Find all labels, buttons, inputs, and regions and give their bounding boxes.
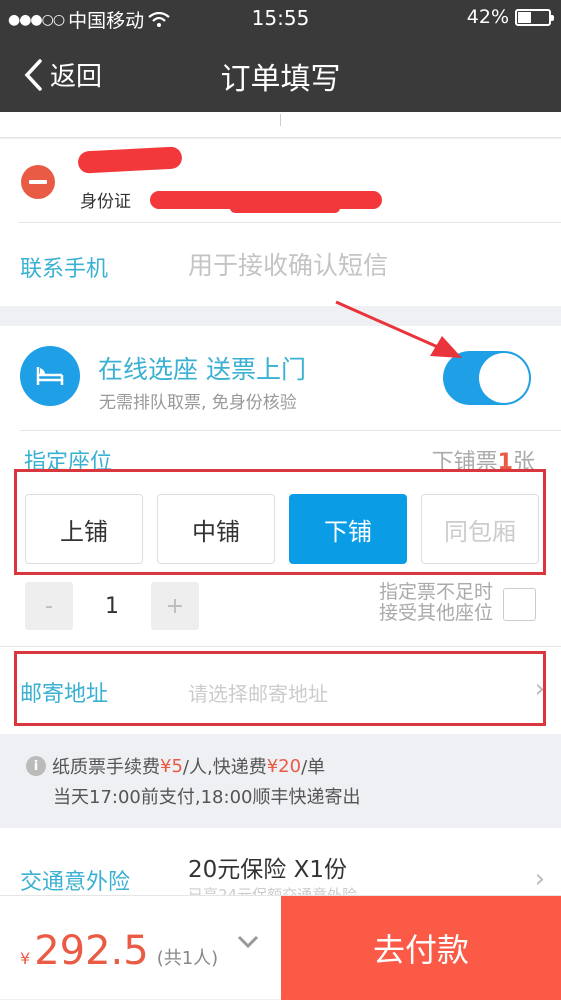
- seat-service-toggle[interactable]: [443, 351, 531, 405]
- notice-line-1: i 纸质票手续费 ¥5 /人,快递费 ¥20 /单: [26, 753, 325, 779]
- notice-text: /人,快递费: [182, 757, 267, 778]
- divider: [18, 222, 561, 223]
- remove-passenger-icon[interactable]: [21, 165, 55, 199]
- quantity-value: 1: [105, 593, 119, 619]
- phone-label: 联系手机: [20, 257, 109, 282]
- toggle-knob: [479, 353, 529, 403]
- accept-line-1: 指定票不足时: [378, 581, 493, 603]
- phone-input[interactable]: [188, 245, 528, 285]
- notice-text: 纸质票手续费: [52, 757, 160, 778]
- redacted-name: [77, 146, 183, 174]
- seat-service-title: 在线选座 送票上门: [98, 355, 306, 384]
- delivery-fee: ¥20: [266, 755, 302, 777]
- bed-icon: [20, 346, 80, 406]
- fee-notice: i 纸质票手续费 ¥5 /人,快递费 ¥20 /单 当天17:00前支付,18:…: [0, 735, 561, 827]
- berth-upper[interactable]: 上铺: [25, 494, 143, 564]
- insurance-row[interactable]: 交通意外险 20元保险 X1份 已享24元保额交通意外险 ›: [0, 828, 561, 904]
- battery-percent: 42%: [466, 6, 509, 28]
- info-icon: i: [26, 756, 46, 776]
- nav-bar: 返回 订单填写: [0, 36, 561, 112]
- insurance-value: 20元保险 X1份: [188, 857, 347, 883]
- berth-options: 上铺 中铺 下铺 同包厢: [25, 494, 539, 564]
- accept-other-seats-label: 指定票不足时 接受其他座位: [379, 582, 493, 624]
- price-amount: 292.5: [34, 928, 149, 974]
- accept-other-seats-checkbox[interactable]: [503, 588, 536, 621]
- checkout-bar: ¥ 292.5 (共1人) 去付款: [0, 895, 561, 1000]
- divider: [0, 646, 561, 647]
- battery-icon: [515, 8, 554, 26]
- currency-symbol: ¥: [20, 949, 31, 968]
- divider: [280, 114, 281, 126]
- page-title: 订单填写: [220, 62, 341, 97]
- top-strip: [0, 112, 561, 138]
- redacted-id-number-stroke: [230, 203, 340, 213]
- seat-service-section: 在线选座 送票上门 无需排队取票, 免身份核验 指定座位 下铺票1张 上铺 中铺…: [0, 326, 561, 734]
- total-price: ¥ 292.5 (共1人): [20, 928, 218, 974]
- accept-line-2: 接受其他座位: [378, 602, 493, 624]
- berth-lower[interactable]: 下铺: [289, 494, 407, 564]
- passenger-section: 身份证 联系手机: [0, 139, 561, 306]
- chevron-down-icon[interactable]: [236, 934, 260, 950]
- berth-same-compartment[interactable]: 同包厢: [421, 494, 539, 564]
- status-bar: ●●●○○ 中国移动 15:55 42%: [0, 0, 561, 36]
- insurance-label: 交通意外险: [20, 870, 131, 895]
- increment-button[interactable]: +: [151, 582, 199, 630]
- notice-line-2: 当天17:00前支付,18:00顺丰快递寄出: [53, 787, 361, 808]
- decrement-button[interactable]: -: [25, 582, 73, 630]
- id-type-label: 身份证: [80, 192, 131, 212]
- quantity-stepper: - 1 +: [25, 582, 199, 630]
- chevron-right-icon: ›: [534, 864, 545, 894]
- passenger-count: (共1人): [156, 948, 219, 969]
- address-label: 邮寄地址: [20, 682, 109, 707]
- notice-text: /单: [301, 757, 326, 778]
- paper-fee: ¥5: [160, 755, 183, 777]
- address-select[interactable]: 请选择邮寄地址: [188, 678, 328, 707]
- chevron-right-icon[interactable]: ›: [535, 674, 545, 704]
- divider: [20, 430, 561, 431]
- berth-middle[interactable]: 中铺: [157, 494, 275, 564]
- seat-service-subtitle: 无需排队取票, 免身份核验: [99, 393, 297, 413]
- pay-button[interactable]: 去付款: [281, 896, 561, 1000]
